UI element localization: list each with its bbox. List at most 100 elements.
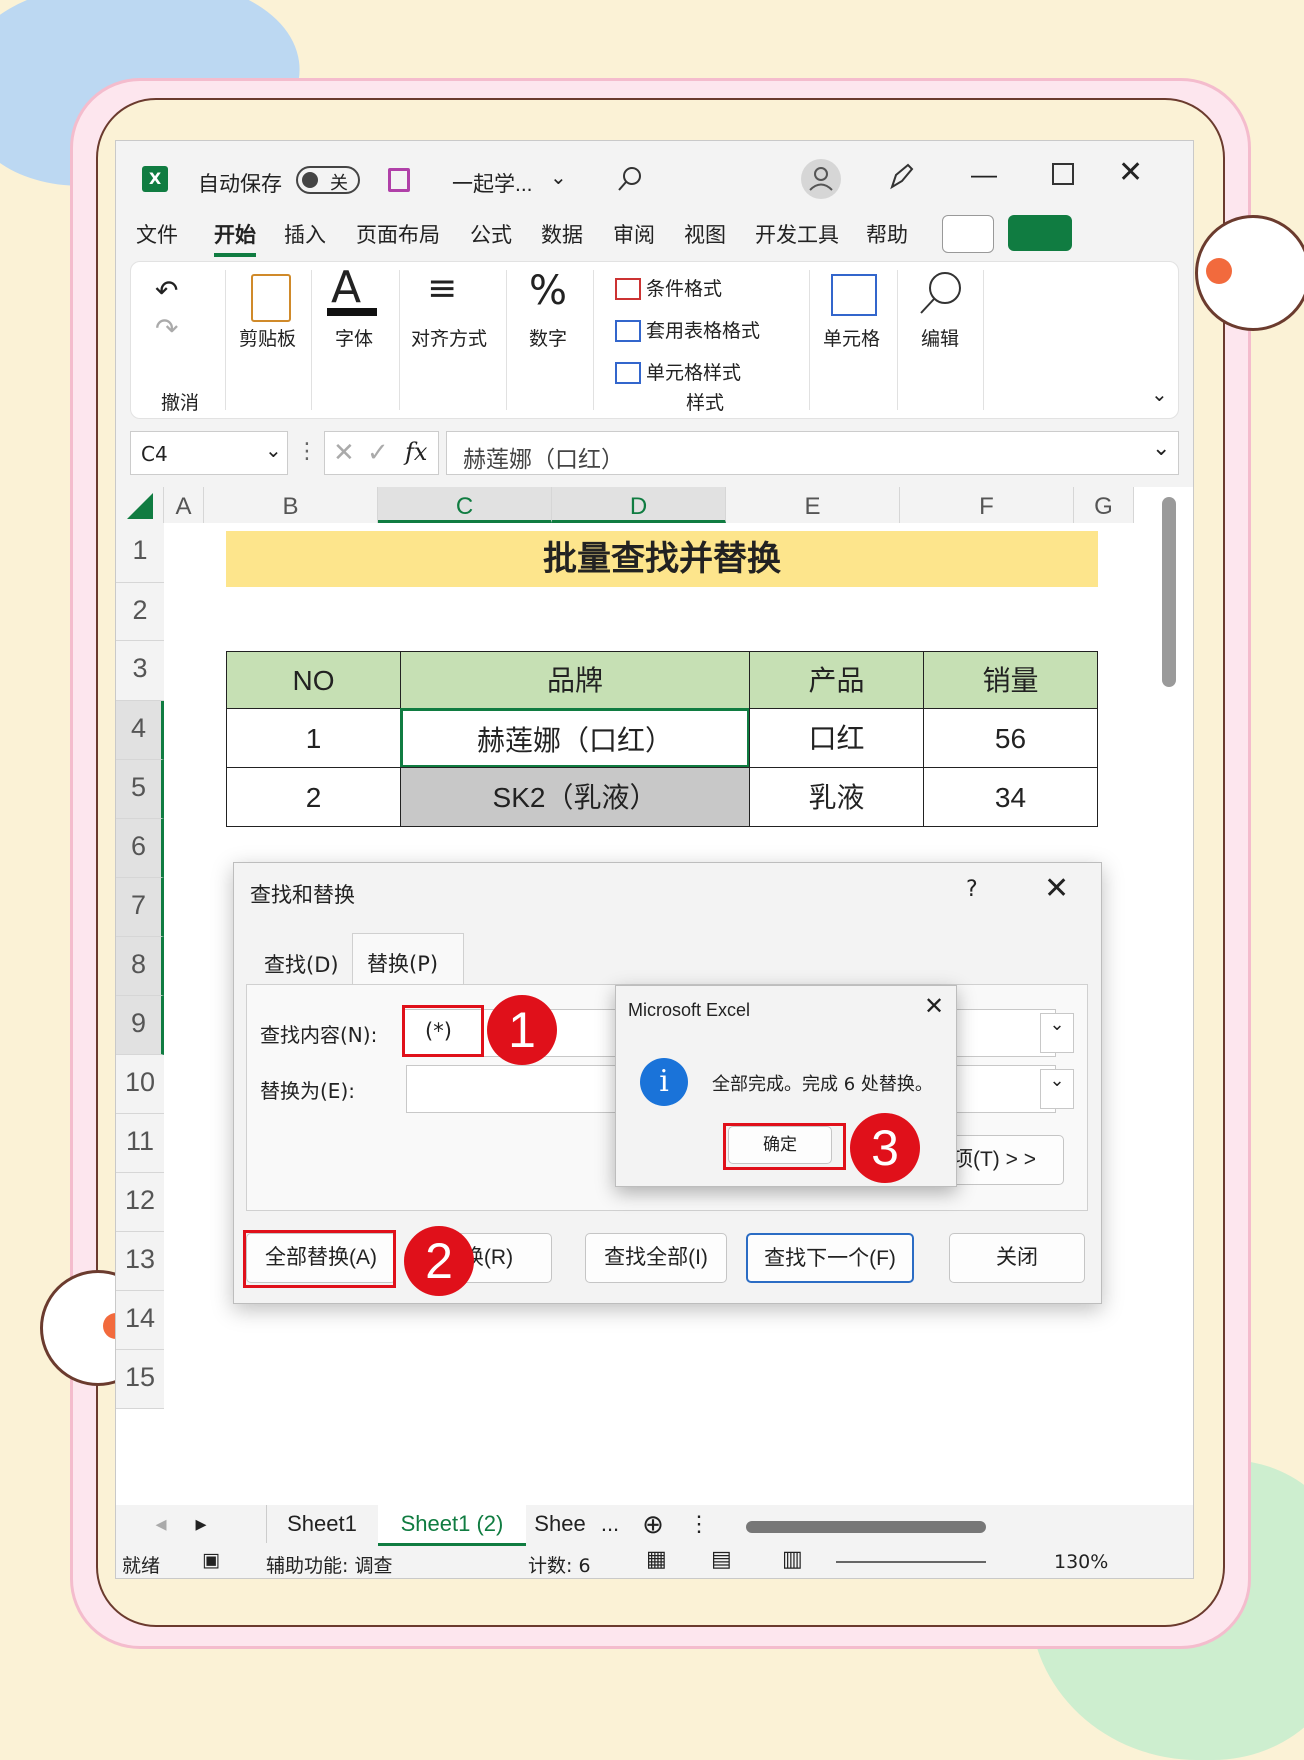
row-header[interactable]: 7: [116, 878, 164, 937]
menu-home[interactable]: 开始: [214, 219, 256, 257]
close-button[interactable]: 关闭: [949, 1233, 1085, 1283]
menu-file[interactable]: 文件: [136, 219, 178, 249]
chevron-down-icon[interactable]: ⌄: [550, 165, 567, 190]
comment-icon[interactable]: [942, 215, 994, 253]
share-button[interactable]: [1008, 215, 1072, 251]
table-cell-selected[interactable]: 赫莲娜（口红）: [400, 708, 750, 768]
menu-view[interactable]: 视图: [684, 219, 726, 249]
row-header[interactable]: 4: [116, 701, 164, 760]
column-header[interactable]: E: [726, 487, 900, 523]
row-header[interactable]: 8: [116, 937, 164, 996]
close-icon[interactable]: ✕: [1044, 871, 1069, 906]
page-layout-icon[interactable]: ▤: [711, 1547, 732, 1572]
sheet-tab-active[interactable]: Sheet1 (2): [378, 1505, 526, 1546]
column-header[interactable]: A: [164, 487, 204, 523]
fx-icon[interactable]: fx: [405, 438, 427, 466]
row-header[interactable]: 10: [116, 1055, 164, 1114]
sheet-title[interactable]: 批量查找并替换: [226, 531, 1098, 587]
clipboard-button[interactable]: 剪贴板: [239, 324, 296, 351]
table-cell[interactable]: 2: [226, 767, 401, 827]
select-all-corner[interactable]: [116, 487, 164, 523]
table-header[interactable]: 销量: [923, 651, 1098, 709]
next-sheet-icon[interactable]: ▸: [186, 1505, 216, 1543]
cancel-icon[interactable]: ✕: [333, 438, 355, 468]
cell-style-button[interactable]: 单元格样式: [646, 358, 741, 385]
undo-icon[interactable]: ↶: [155, 274, 178, 307]
close-icon[interactable]: ✕: [1118, 155, 1143, 190]
menu-data[interactable]: 数据: [541, 219, 583, 249]
conditional-format-button[interactable]: 条件格式: [646, 274, 722, 301]
minimize-icon[interactable]: —: [971, 159, 997, 190]
column-header[interactable]: F: [900, 487, 1074, 523]
cells-button[interactable]: 单元格: [823, 324, 880, 351]
table-cell[interactable]: 口红: [749, 708, 924, 768]
row-header[interactable]: 13: [116, 1232, 164, 1291]
close-icon[interactable]: ✕: [924, 992, 944, 1020]
formula-input[interactable]: 赫莲娜（口红） ⌄: [446, 431, 1179, 475]
menu-insert[interactable]: 插入: [284, 219, 326, 249]
table-header[interactable]: 品牌: [400, 651, 750, 709]
row-header[interactable]: 6: [116, 819, 164, 878]
page-break-icon[interactable]: ▥: [782, 1547, 803, 1572]
column-header[interactable]: D: [552, 487, 726, 523]
normal-view-icon[interactable]: ▦: [646, 1547, 667, 1572]
row-header[interactable]: 12: [116, 1173, 164, 1232]
align-button[interactable]: 对齐方式: [411, 324, 487, 351]
number-button[interactable]: 数字: [529, 324, 567, 351]
more-sheets[interactable]: ...: [590, 1505, 630, 1543]
replace-history-dropdown[interactable]: ⌄: [1040, 1069, 1074, 1109]
menu-developer[interactable]: 开发工具: [755, 219, 839, 249]
search-icon[interactable]: [915, 268, 965, 318]
prev-sheet-icon[interactable]: ◂: [146, 1505, 176, 1543]
horizontal-scrollbar[interactable]: [746, 1521, 986, 1533]
tab-replace[interactable]: 替换(P): [352, 933, 464, 986]
row-header[interactable]: 14: [116, 1291, 164, 1350]
table-header[interactable]: 产品: [749, 651, 924, 709]
table-cell[interactable]: 乳液: [749, 767, 924, 827]
chevron-down-icon[interactable]: ⌄: [1151, 382, 1168, 406]
table-header[interactable]: NO: [226, 651, 401, 709]
menu-help[interactable]: 帮助: [866, 219, 908, 249]
table-cell[interactable]: 1: [226, 708, 401, 768]
pen-icon[interactable]: [886, 161, 918, 193]
edit-button[interactable]: 编辑: [921, 324, 959, 351]
table-cell[interactable]: SK2（乳液）: [400, 767, 750, 827]
zoom-level[interactable]: 130%: [1054, 1551, 1108, 1573]
search-icon[interactable]: [616, 165, 644, 193]
clipboard-icon[interactable]: [251, 274, 291, 322]
menu-page-layout[interactable]: 页面布局: [356, 219, 440, 249]
table-cell[interactable]: 56: [923, 708, 1098, 768]
autosave-toggle[interactable]: 关: [296, 166, 360, 194]
row-header[interactable]: 5: [116, 760, 164, 819]
row-header[interactable]: 2: [116, 583, 164, 641]
menu-formulas[interactable]: 公式: [470, 219, 512, 249]
find-history-dropdown[interactable]: ⌄: [1040, 1013, 1074, 1053]
zoom-slider[interactable]: [836, 1561, 986, 1563]
file-name[interactable]: 一起学...: [452, 168, 533, 198]
chevron-down-icon[interactable]: ⌄: [1152, 436, 1170, 461]
find-next-button[interactable]: 查找下一个(F): [746, 1233, 914, 1283]
row-header[interactable]: 9: [116, 996, 164, 1055]
percent-icon[interactable]: %: [529, 268, 567, 314]
row-header[interactable]: 1: [116, 523, 164, 583]
align-icon[interactable]: ≡: [427, 268, 457, 309]
tab-find[interactable]: 查找(D): [264, 949, 339, 979]
sheet-tab[interactable]: Sheet1: [266, 1505, 377, 1543]
redo-icon[interactable]: ↷: [155, 312, 178, 345]
find-all-button[interactable]: 查找全部(I): [585, 1233, 727, 1283]
menu-review[interactable]: 审阅: [613, 219, 655, 249]
avatar[interactable]: [801, 159, 841, 199]
table-cell[interactable]: 34: [923, 767, 1098, 827]
column-header[interactable]: B: [204, 487, 378, 523]
macro-icon[interactable]: ▣: [202, 1549, 220, 1571]
help-icon[interactable]: ?: [966, 877, 978, 902]
save-icon[interactable]: [388, 168, 410, 192]
row-header[interactable]: 11: [116, 1114, 164, 1173]
column-header[interactable]: G: [1074, 487, 1134, 523]
name-box[interactable]: C4 ⌄: [130, 431, 288, 475]
maximize-icon[interactable]: [1052, 163, 1074, 185]
row-header[interactable]: 3: [116, 641, 164, 701]
font-icon[interactable]: A: [331, 262, 361, 313]
table-format-button[interactable]: 套用表格格式: [646, 316, 760, 343]
font-button[interactable]: 字体: [335, 324, 373, 351]
